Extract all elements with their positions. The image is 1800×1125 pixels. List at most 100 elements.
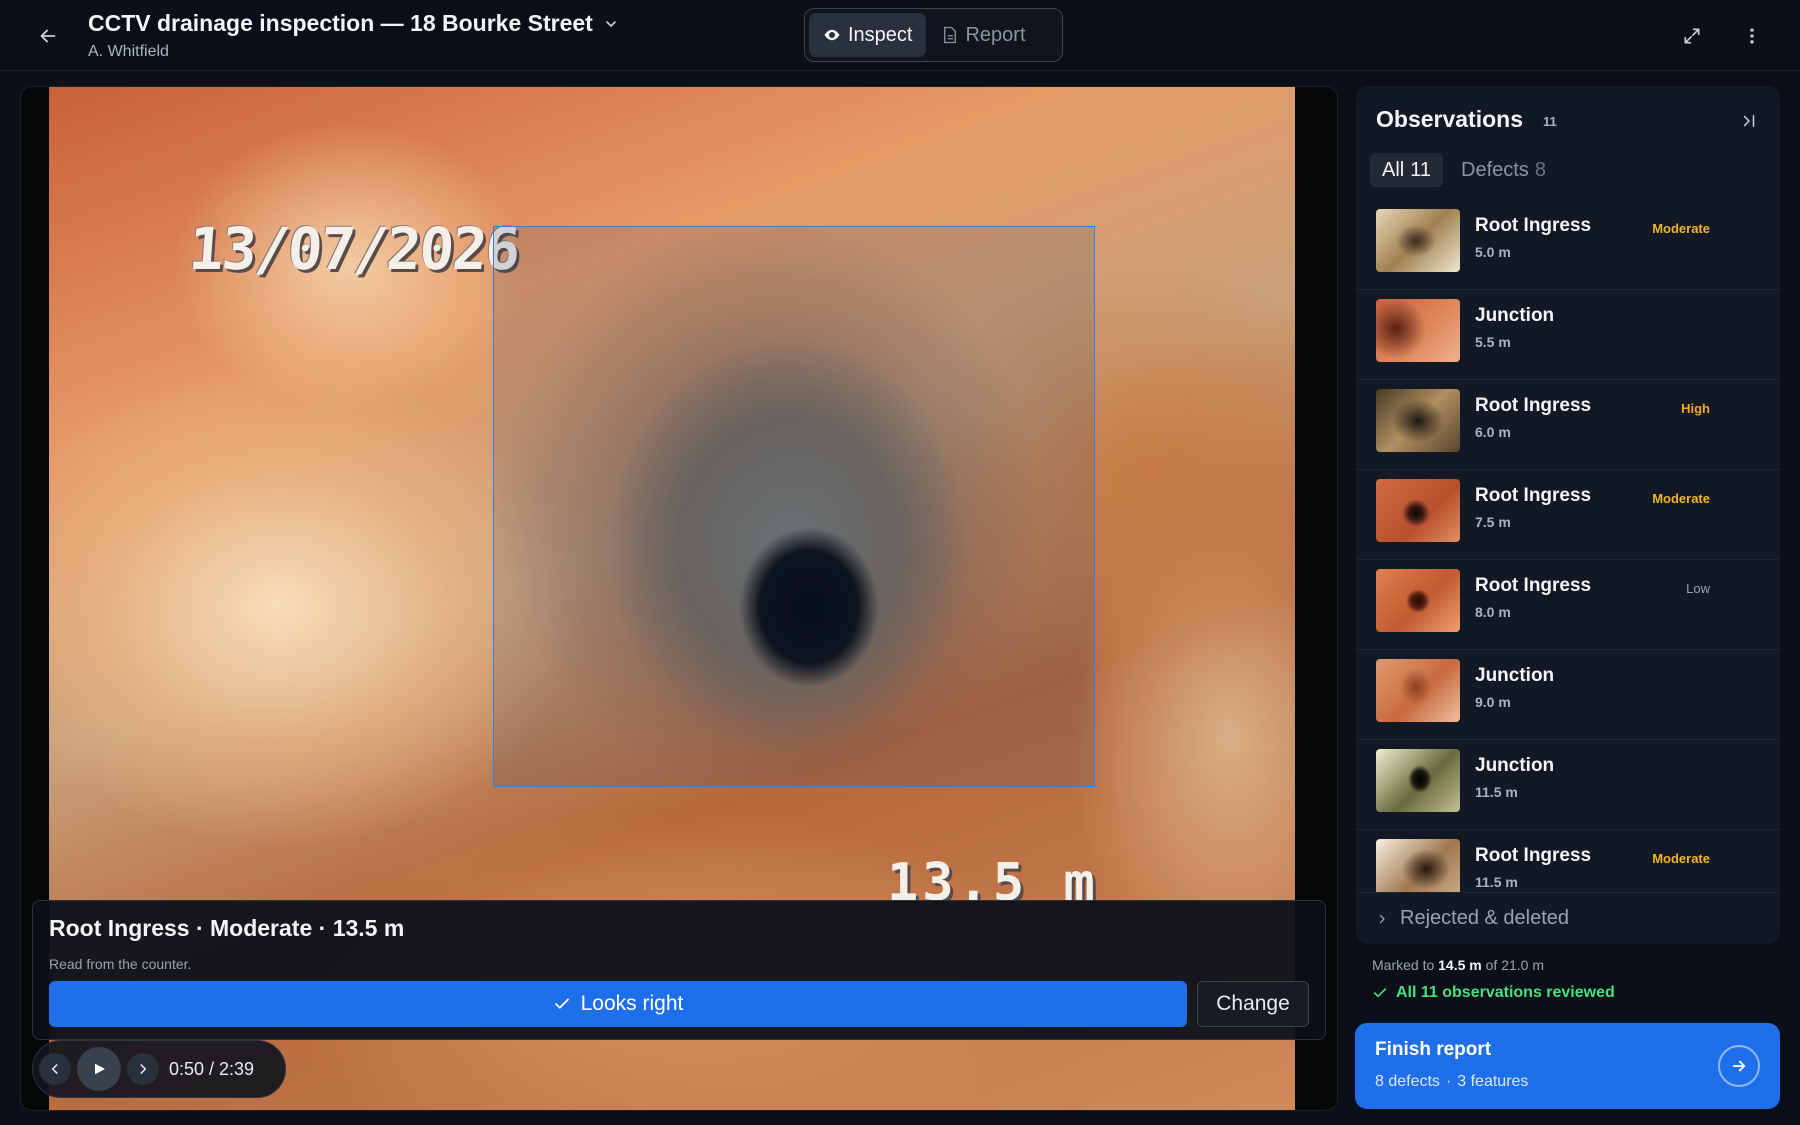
- features-count: 3 features: [1457, 1073, 1529, 1090]
- observation-name: Root Ingress: [1475, 395, 1592, 416]
- observation-distance: 7.5 m: [1475, 514, 1511, 530]
- expand-icon: [1684, 28, 1700, 44]
- arrow-right-icon: [1732, 1060, 1746, 1072]
- observation-thumbnail: [1376, 569, 1460, 632]
- observation-thumbnail: [1376, 209, 1460, 272]
- arrow-left-icon: [40, 29, 56, 43]
- severity-badge: Moderate: [1652, 491, 1710, 506]
- observations-panel: Observations 11 All 11 Defects 8 Root In…: [1356, 86, 1780, 944]
- title-dropdown[interactable]: CCTV drainage inspection — 18 Bourke Str…: [88, 10, 619, 37]
- defects-count: 8 defects: [1375, 1073, 1440, 1090]
- tab-report[interactable]: Report: [928, 13, 1039, 57]
- mode-switch: Inspect Report: [804, 8, 1063, 62]
- observation-distance: 11.5 m: [1475, 874, 1518, 890]
- review-status-text: All 11 observations reviewed: [1396, 984, 1615, 1001]
- confirm-subtitle: Read from the counter.: [49, 956, 192, 972]
- rejected-deleted-toggle[interactable]: Rejected & deleted: [1356, 892, 1780, 944]
- list-item[interactable]: Junction 9.0 m: [1356, 650, 1780, 740]
- chevron-right-icon: [1379, 914, 1385, 923]
- observation-name: Junction: [1475, 305, 1555, 326]
- severity-badge: High: [1681, 401, 1710, 416]
- check-icon: [1373, 988, 1387, 998]
- step-back-button[interactable]: [39, 1053, 71, 1085]
- observation-name: Junction: [1475, 665, 1555, 686]
- list-item[interactable]: Root Ingress 8.0 m Low: [1356, 560, 1780, 650]
- looks-right-button[interactable]: Looks right: [49, 981, 1187, 1027]
- marked-prefix: Marked to: [1372, 957, 1435, 973]
- back-button[interactable]: [32, 20, 64, 52]
- confirm-title: Root Ingress · Moderate · 13.5 m: [49, 915, 405, 941]
- change-button[interactable]: Change: [1197, 981, 1309, 1027]
- finish-arrow: [1718, 1045, 1760, 1087]
- finish-report-button[interactable]: Finish report 8 defects · 3 features: [1355, 1023, 1780, 1109]
- list-item[interactable]: Root Ingress 7.5 m Moderate: [1356, 470, 1780, 560]
- observation-name: Root Ingress: [1475, 845, 1592, 866]
- observation-thumbnail: [1376, 839, 1460, 892]
- observation-thumbnail: [1376, 659, 1460, 722]
- fullscreen-button[interactable]: [1674, 18, 1710, 54]
- chevron-down-icon: [606, 20, 616, 27]
- observation-name: Root Ingress: [1475, 575, 1592, 596]
- list-item[interactable]: Root Ingress 5.0 m Moderate: [1356, 200, 1780, 290]
- list-item[interactable]: Junction 5.5 m: [1356, 290, 1780, 380]
- observation-distance: 9.0 m: [1475, 694, 1511, 710]
- observation-distance: 5.0 m: [1475, 244, 1511, 260]
- severity-badge: Moderate: [1652, 221, 1710, 236]
- list-item[interactable]: Root Ingress 11.5 m Moderate: [1356, 830, 1780, 892]
- tab-defects-label: Defects: [1461, 158, 1529, 181]
- tab-inspect-label: Inspect: [848, 23, 913, 46]
- tab-all-label: All: [1382, 158, 1405, 181]
- severity-badge: Moderate: [1652, 851, 1710, 866]
- video-date-overlay: 13/07/2026: [186, 215, 521, 283]
- eye-icon: [824, 29, 840, 41]
- observation-distance: 6.0 m: [1475, 424, 1511, 440]
- chevron-left-icon: [51, 1064, 58, 1074]
- marked-of: of: [1485, 957, 1498, 973]
- page-title: CCTV drainage inspection — 18 Bourke Str…: [88, 10, 593, 36]
- observations-title: Observations: [1376, 106, 1523, 132]
- list-item[interactable]: Root Ingress 6.0 m High: [1356, 380, 1780, 470]
- observation-filter-tabs: All 11 Defects 8: [1370, 153, 1558, 187]
- detection-bounding-box[interactable]: [493, 226, 1095, 787]
- finish-report-summary: 8 defects · 3 features: [1375, 1073, 1528, 1091]
- observation-distance: 8.0 m: [1475, 604, 1511, 620]
- total-distance: 21.0 m: [1501, 957, 1545, 973]
- observation-name: Junction: [1475, 755, 1555, 776]
- observation-name: Root Ingress: [1475, 215, 1592, 236]
- tab-all-count: 11: [1410, 158, 1431, 181]
- observation-name: Root Ingress: [1475, 485, 1592, 506]
- more-vertical-icon: [1750, 28, 1754, 44]
- observation-distance: 11.5 m: [1475, 784, 1518, 800]
- observation-thumbnail: [1376, 299, 1460, 362]
- check-icon: [554, 998, 569, 1009]
- tab-defects[interactable]: Defects 8: [1449, 153, 1558, 187]
- observation-distance: 5.5 m: [1475, 334, 1511, 350]
- tab-report-label: Report: [965, 23, 1026, 46]
- tab-defects-count: 8: [1534, 158, 1546, 181]
- list-item[interactable]: Junction 11.5 m: [1356, 740, 1780, 830]
- play-icon: [95, 1063, 105, 1075]
- marked-distance: 14.5 m: [1438, 957, 1482, 973]
- summary-separator: ·: [1445, 1073, 1452, 1090]
- rejected-deleted-label: Rejected & deleted: [1400, 907, 1570, 929]
- collapse-right-icon: [1743, 115, 1755, 127]
- review-status: All 11 observations reviewed: [1372, 984, 1615, 1002]
- observation-list: Root Ingress 5.0 m Moderate Junction 5.5…: [1356, 200, 1780, 892]
- tab-inspect[interactable]: Inspect: [809, 13, 927, 57]
- step-forward-button[interactable]: [127, 1053, 159, 1085]
- observation-thumbnail: [1376, 389, 1460, 452]
- finish-report-title: Finish report: [1375, 1039, 1492, 1060]
- more-menu-button[interactable]: [1734, 18, 1770, 54]
- looks-right-label: Looks right: [580, 992, 684, 1015]
- playback-controls: 0:50 / 2:39: [32, 1040, 286, 1098]
- observation-confirm-card: Root Ingress · Moderate · 13.5 m Read fr…: [32, 900, 1326, 1040]
- observation-thumbnail: [1376, 749, 1460, 812]
- tab-all[interactable]: All 11: [1370, 153, 1443, 187]
- play-button[interactable]: [77, 1047, 121, 1091]
- collapse-panel-button[interactable]: [1734, 106, 1764, 136]
- observation-thumbnail: [1376, 479, 1460, 542]
- severity-badge: Low: [1686, 581, 1710, 596]
- chevron-right-icon: [140, 1064, 147, 1074]
- top-bar: CCTV drainage inspection — 18 Bourke Str…: [0, 0, 1800, 71]
- marked-progress: Marked to 14.5 m of 21.0 m: [1372, 957, 1544, 973]
